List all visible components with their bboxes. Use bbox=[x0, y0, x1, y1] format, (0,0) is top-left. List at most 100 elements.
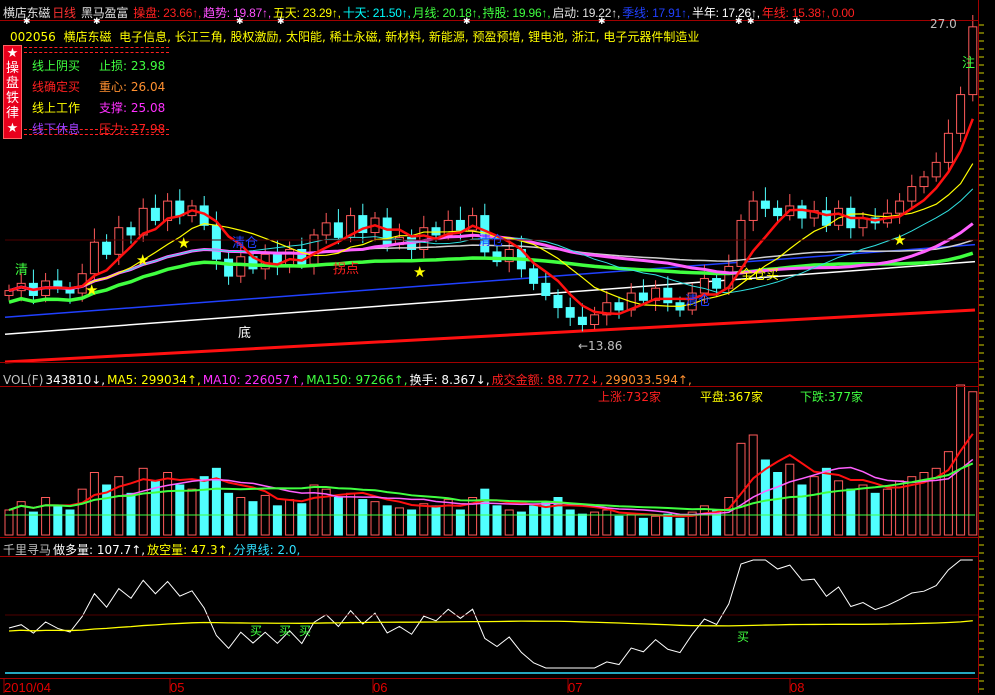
volume-bar bbox=[358, 499, 368, 536]
legend-panel: 线上阴买 止损: 23.98 线确定买 重心: 26.04 线上工作 支撑: 25.08 线… bbox=[24, 45, 169, 137]
star-icon: ★ bbox=[136, 251, 150, 269]
signal-dot-icon: ✱ bbox=[747, 17, 755, 27]
volume-bar bbox=[28, 511, 38, 536]
indicator-header: 千里寻马 做多量: 107.7↑, 放空量: 47.3↑, 分界线: 2.0, bbox=[3, 541, 302, 558]
volume-bar bbox=[785, 463, 795, 536]
candle-body bbox=[895, 200, 905, 214]
volume-bar bbox=[529, 505, 539, 536]
long-volume-line bbox=[8, 559, 973, 669]
volume-bar bbox=[382, 505, 392, 536]
candle-body bbox=[663, 287, 673, 304]
badge-char: ★ bbox=[6, 46, 19, 61]
volume-bar bbox=[53, 505, 63, 536]
volume-stat: 换手: 8.367↓, bbox=[409, 373, 490, 387]
header-value: 十天: 21.50↑, bbox=[342, 6, 411, 20]
header-value: 启动: 19.22↑, bbox=[552, 6, 621, 20]
volume-bar bbox=[748, 434, 758, 536]
volume-bar bbox=[675, 517, 685, 536]
volume-bar bbox=[577, 513, 587, 536]
volume-bar bbox=[724, 497, 734, 536]
header-value: 0.00 bbox=[831, 6, 855, 20]
stock-code: 002056 bbox=[10, 30, 56, 44]
badge-char: 铁 bbox=[5, 91, 19, 106]
volume-bar bbox=[590, 511, 600, 536]
candle-body bbox=[577, 316, 587, 326]
volume-bar bbox=[370, 501, 380, 536]
volume-stat: VOL(F) bbox=[3, 373, 44, 387]
candle-body bbox=[614, 302, 624, 311]
price-axis-border bbox=[978, 0, 979, 693]
badge: ★ 操盘铁律 ★ bbox=[3, 45, 22, 139]
long-ma-line bbox=[4, 260, 976, 335]
volume-stat: MA10: 226057↑, bbox=[202, 373, 305, 387]
buy-marker: 买 bbox=[279, 624, 292, 638]
volume-bar bbox=[126, 492, 136, 536]
buy-marker: 买 bbox=[250, 624, 263, 638]
candle-body bbox=[956, 94, 966, 134]
candle-body bbox=[529, 268, 539, 284]
market-down: 下跌:377家 bbox=[800, 390, 863, 404]
candle-body bbox=[943, 132, 953, 163]
volume-bar bbox=[65, 509, 75, 536]
candle-body bbox=[211, 224, 221, 260]
volume-bar bbox=[297, 503, 307, 536]
volume-bar bbox=[285, 499, 295, 536]
star-icon: ★ bbox=[413, 263, 427, 281]
volume-bar bbox=[394, 507, 404, 536]
candle-body bbox=[138, 207, 148, 236]
header-value: 操盘: 23.66↑, bbox=[133, 6, 202, 20]
volume-bar bbox=[834, 480, 844, 536]
period[interactable]: 日线 bbox=[52, 6, 76, 20]
volume-bar bbox=[4, 509, 14, 536]
candle-body bbox=[797, 205, 807, 219]
candle-body bbox=[126, 227, 136, 236]
legend-left-2: 线上工作 bbox=[32, 101, 81, 115]
candle-body bbox=[748, 200, 758, 221]
volume-bar bbox=[199, 476, 209, 536]
divider bbox=[24, 47, 169, 53]
volume-bar bbox=[870, 492, 880, 536]
volume-bar bbox=[968, 391, 978, 536]
indicator-name: 黑马盈富 bbox=[80, 6, 129, 20]
signal-dot-icon: ✱ bbox=[598, 17, 606, 27]
indicator-stat: 千里寻马 bbox=[3, 543, 52, 557]
volume-bar bbox=[821, 467, 831, 536]
legend-right-0: 止损: 23.98 bbox=[99, 59, 166, 73]
candle-body bbox=[773, 207, 783, 217]
volume-bar bbox=[175, 484, 185, 536]
candle-body bbox=[907, 186, 917, 202]
volume-stat: 成交金额: 88.772↓, bbox=[491, 373, 604, 387]
volume-bar bbox=[77, 488, 87, 536]
short-volume-line bbox=[8, 620, 973, 632]
indicator-stat: 分界线: 2.0, bbox=[233, 543, 301, 557]
volume-header: VOL(F) 343810↓, MA5: 299034↑, MA10: 226057↑… bbox=[3, 371, 694, 388]
volume-bar bbox=[773, 472, 783, 536]
divider bbox=[0, 537, 978, 538]
annotation-clear2: 清仓 bbox=[478, 234, 505, 249]
volume-bar bbox=[602, 509, 612, 536]
volume-stat: MA5: 299034↑, bbox=[107, 373, 201, 387]
candle-body bbox=[590, 314, 600, 326]
legend-right-1: 重心: 26.04 bbox=[99, 80, 166, 94]
info-line: 002056 横店东磁 电子信息, 长江三角, 股权激励, 太阳能, 稀土永磁,… bbox=[10, 28, 699, 45]
indicator-stat: 做多量: 107.7↑, bbox=[53, 543, 146, 557]
volume-bar bbox=[846, 488, 856, 536]
volume-stat: MA150: 97266↑, bbox=[306, 373, 408, 387]
volume-bar bbox=[858, 484, 868, 536]
volume-bar bbox=[455, 509, 465, 536]
badge-char: 操 bbox=[5, 61, 19, 76]
candle-body bbox=[382, 217, 392, 246]
legend-right-2: 支撑: 25.08 bbox=[99, 101, 166, 115]
candle-body bbox=[760, 200, 770, 209]
legend-left-1: 线确定买 bbox=[32, 80, 81, 94]
annotation-bottom: 底 bbox=[238, 326, 252, 341]
signal-dot-icon: ✱ bbox=[463, 17, 471, 27]
star-icon: ★ bbox=[85, 281, 99, 299]
volume-bar bbox=[272, 505, 282, 536]
signal-dot-icon: ✱ bbox=[93, 17, 101, 27]
low-price-label: ←13.86 bbox=[578, 339, 623, 353]
badge-char: 盘 bbox=[5, 76, 19, 91]
divider bbox=[0, 362, 978, 363]
volume-stat: 343810↓, bbox=[45, 373, 106, 387]
divider bbox=[0, 678, 978, 679]
